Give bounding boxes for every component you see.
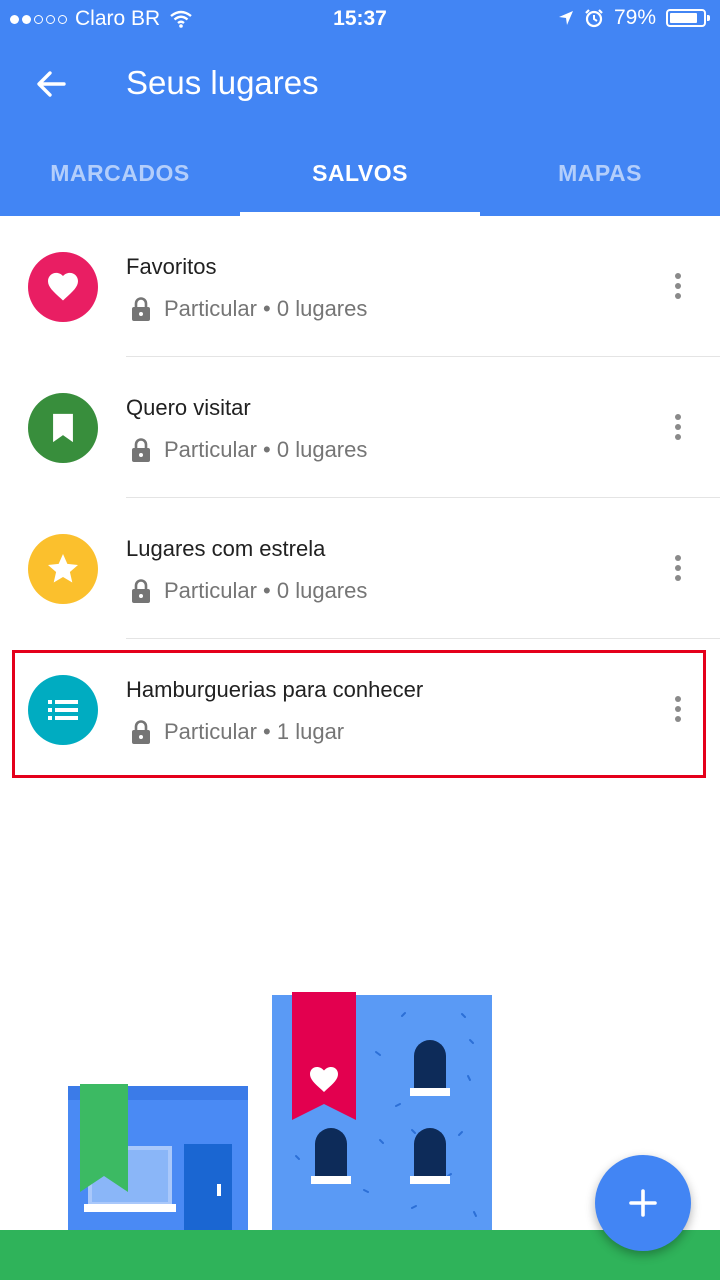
lugares-com-estrela-avatar (28, 534, 98, 604)
page-title: Seus lugares (126, 64, 319, 101)
tab-salvos[interactable]: SALVOS (240, 140, 480, 216)
list-subtitle: Particular • 1 lugar (126, 719, 344, 745)
list-title: Favoritos (126, 254, 217, 279)
more-vert-icon (675, 555, 681, 561)
separator-dot: • (256, 719, 277, 744)
list-item-hamburguerias[interactable]: Hamburguerias para conhecer Particular •… (0, 639, 720, 780)
lock-icon (132, 579, 150, 603)
tab-bar: MARCADOS SALVOS MAPAS (0, 140, 720, 216)
list-title: Quero visitar (126, 395, 251, 420)
more-options-button[interactable] (662, 548, 694, 588)
battery-percentage: 79% (613, 6, 656, 29)
list-icon (48, 700, 78, 720)
star-icon (48, 554, 78, 583)
hamburguerias-avatar (28, 675, 98, 745)
more-options-button[interactable] (662, 266, 694, 306)
separator-dot: • (256, 578, 277, 603)
separator-dot: • (256, 437, 277, 462)
privacy-label: Particular (164, 578, 257, 603)
list-subtitle: Particular • 0 lugares (126, 437, 367, 463)
quero-visitar-avatar (28, 393, 98, 463)
list-title: Hamburguerias para conhecer (126, 677, 424, 702)
tab-marcados[interactable]: MARCADOS (0, 140, 240, 216)
plus-icon (629, 1189, 657, 1217)
list-item-favoritos[interactable]: Favoritos Particular • 0 lugares (0, 216, 720, 357)
alarm-icon (585, 9, 603, 28)
lock-icon (132, 297, 150, 321)
privacy-label: Particular (164, 296, 257, 321)
back-button[interactable] (30, 62, 74, 106)
place-count: 0 lugares (276, 578, 368, 603)
privacy-label: Particular (164, 719, 257, 744)
saved-lists: Favoritos Particular • 0 lugares Quero v… (0, 216, 720, 780)
place-count: 0 lugares (276, 437, 368, 462)
place-count: 0 lugares (276, 296, 368, 321)
list-subtitle: Particular • 0 lugares (126, 296, 367, 322)
list-subtitle: Particular • 0 lugares (126, 578, 367, 604)
location-arrow-icon (558, 11, 573, 25)
privacy-label: Particular (164, 437, 257, 462)
more-vert-icon (675, 696, 681, 702)
more-vert-icon (675, 273, 681, 279)
bookmark-icon (53, 413, 73, 443)
lock-icon (132, 438, 150, 462)
app-header: Claro BR 15:37 79% Seus lugares MARCADOS… (0, 0, 720, 216)
add-list-button[interactable] (595, 1155, 691, 1251)
favoritos-avatar (28, 252, 98, 322)
separator-dot: • (256, 296, 277, 321)
more-options-button[interactable] (662, 689, 694, 729)
arrow-back-icon (37, 71, 66, 97)
list-title: Lugares com estrela (126, 536, 326, 561)
more-options-button[interactable] (662, 407, 694, 447)
status-bar: Claro BR 15:37 79% (0, 0, 720, 38)
heart-icon (48, 272, 78, 301)
tab-mapas[interactable]: MAPAS (480, 140, 720, 216)
lock-icon (132, 720, 150, 744)
more-vert-icon (675, 414, 681, 420)
list-item-quero-visitar[interactable]: Quero visitar Particular • 0 lugares (0, 357, 720, 498)
place-count: 1 lugar (276, 719, 345, 744)
battery-icon (666, 9, 710, 27)
list-item-lugares-com-estrela[interactable]: Lugares com estrela Particular • 0 lugar… (0, 498, 720, 639)
